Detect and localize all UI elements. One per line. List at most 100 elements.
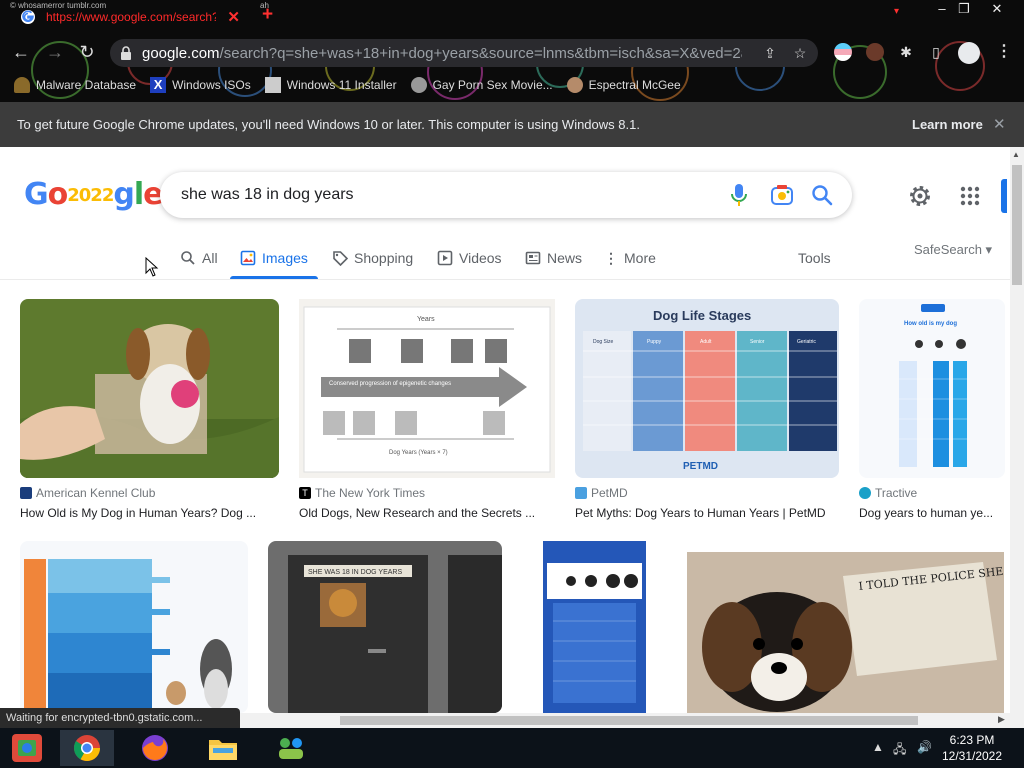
tab-close-icon[interactable]: ✕ [227,8,240,26]
browser-tab-active[interactable]: https://www.google.com/search?q ✕ [8,2,270,32]
horizontal-scroll-thumb[interactable] [340,716,918,725]
folder-icon [209,740,237,760]
settings-gear-icon[interactable] [908,184,932,208]
progression-label: Conserved progression of epigenetic chan… [329,381,451,387]
more-dots-icon: ⋮ [604,249,618,266]
infobar-close-icon[interactable]: ✕ [993,115,1006,133]
tab-strip: © whosamerror tumblr.com ah https://www.… [0,0,1024,32]
cell-door-image: SHE WAS 18 IN DOG YEARS [268,541,502,713]
taskbar-network-app[interactable] [264,730,318,766]
image-result-3[interactable]: Dog Life Stages Dog Size Puppy Adult Sen… [575,299,839,478]
col-header-adult: Adult [700,339,712,345]
google-favicon-icon [21,10,35,24]
image-result-4[interactable]: How old is my dog [859,299,1005,478]
address-bar[interactable]: google.com/search?q=she+was+18+in+dog+ye… [110,39,818,67]
search-input[interactable]: she was 18 in dog years [181,186,354,204]
result-source-1[interactable]: American Kennel Club [20,486,155,500]
tab-label: All [202,250,218,266]
tab-news[interactable]: News [525,246,582,270]
extensions-puzzle-icon[interactable]: ✱ [898,44,914,60]
image-result-2[interactable]: Years Conserved progression of epigeneti… [299,299,555,478]
extension-flag-icon[interactable] [834,43,852,61]
result-source-3[interactable]: PetMD [575,486,628,500]
taskbar-chrome[interactable] [60,730,114,766]
result-source-2[interactable]: T The New York Times [299,486,425,500]
years-axis-label: Years [417,316,435,323]
profile-avatar-icon[interactable] [958,42,980,64]
tab-images[interactable]: Images [240,246,308,270]
taskbar-firefox[interactable] [128,730,182,766]
tab-videos[interactable]: Videos [437,246,502,270]
image-result-1[interactable] [20,299,279,478]
tab-shopping[interactable]: Shopping [332,246,413,270]
learn-more-link[interactable]: Learn more [912,117,983,132]
result-source-4[interactable]: Tractive [859,486,917,500]
result-title-2[interactable]: Old Dogs, New Research and the Secrets .… [299,506,555,520]
col-header-geriatric: Geriatric [797,339,816,345]
safesearch-toggle[interactable]: SafeSearch ▾ [914,242,992,258]
tractive-heading: How old is my dog [904,321,957,327]
firefox-icon [142,735,168,761]
source-name: Tractive [875,486,918,500]
page-thumbnail-icon [264,77,281,93]
tab-search-icon[interactable]: ▾ [894,6,899,17]
tab-label: News [547,250,583,266]
tractive-age-chart: How old is my dog [859,299,1005,478]
search-icon[interactable] [811,184,833,206]
bookmark-star-icon[interactable]: ☆ [792,45,808,61]
image-result-5[interactable] [20,541,248,713]
share-icon[interactable]: ⇪ [762,45,778,61]
extension-avatar-icon[interactable] [866,43,884,61]
vertical-scrollbar[interactable]: ▲ [1010,147,1024,713]
volume-tray-icon[interactable]: 🔊 [917,740,932,754]
source-name: The New York Times [315,486,426,500]
taskbar-file-explorer[interactable] [196,730,250,766]
bookmark-espectral-mcgee[interactable]: Espectral McGee [566,77,681,93]
x-logo-icon: X [150,77,167,93]
vertical-scroll-thumb[interactable] [1012,165,1022,285]
petmd-logo: PETMD [683,461,718,472]
reload-icon[interactable]: ↻ [76,41,98,63]
bookmark-label: Windows 11 Installer [286,78,397,92]
image-result-7[interactable] [543,541,646,713]
account-edge-highlight [1001,179,1007,213]
image-result-6[interactable]: SHE WAS 18 IN DOG YEARS [268,541,502,713]
google-apps-grid-icon[interactable] [960,186,980,206]
scroll-right-icon[interactable]: ▶ [998,714,1005,725]
status-bubble: Waiting for encrypted-tbn0.gstatic.com..… [0,708,240,728]
restore-icon[interactable]: ❐ [947,0,981,18]
microphone-icon[interactable] [730,184,748,206]
close-window-icon[interactable]: ✕ [980,0,1014,18]
scroll-up-icon[interactable]: ▲ [1012,150,1020,159]
bookmarks-bar: Malware Database X Windows ISOs Windows … [0,72,1024,98]
taskbar-clock[interactable]: 6:23 PM 12/31/2022 [934,732,1010,764]
tractive-favicon-icon [859,487,871,499]
network-tray-icon[interactable]: 🖧 [893,740,906,761]
horizontal-scrollbar[interactable]: ▶ [240,713,1024,728]
tools-button[interactable]: Tools [798,250,831,266]
tab-more[interactable]: ⋮ More [604,246,656,270]
update-infobar: To get future Google Chrome updates, you… [0,102,1024,147]
result-title-3[interactable]: Pet Myths: Dog Years to Human Years | Pe… [575,506,839,520]
bookmark-label: Windows ISOs [172,78,251,92]
google-lens-icon[interactable] [771,185,793,205]
result-title-4[interactable]: Dog years to human ye... [859,506,1005,520]
chrome-menu-icon[interactable]: ⋮ [996,41,1012,61]
forward-icon[interactable]: → [44,41,66,63]
side-panel-icon[interactable]: ▯ [928,44,944,60]
tab-all[interactable]: All [180,246,218,270]
google-doodle-logo[interactable]: Go2022gle [24,177,164,213]
result-title-1[interactable]: How Old is My Dog in Human Years? Dog ..… [20,506,279,520]
bookmark-malware-database[interactable]: Malware Database [14,77,136,93]
bookmark-label: Gay Porn Sex Movie... [432,78,553,92]
start-button[interactable] [0,730,54,766]
image-result-8[interactable]: I TOLD THE POLICE SHE WAS 18, BUT THAT W… [687,552,1004,713]
bookmark-windows-11-installer[interactable]: Windows 11 Installer [264,77,397,93]
source-name: PetMD [591,486,628,500]
back-icon[interactable]: ← [10,41,32,63]
tray-overflow-icon[interactable]: ▲ [872,740,884,754]
search-box[interactable]: she was 18 in dog years [160,172,852,218]
new-tab-icon[interactable]: + [262,5,273,24]
bookmark-movie-site[interactable]: Gay Porn Sex Movie... [410,77,553,93]
bookmark-windows-isos[interactable]: X Windows ISOs [150,77,251,93]
